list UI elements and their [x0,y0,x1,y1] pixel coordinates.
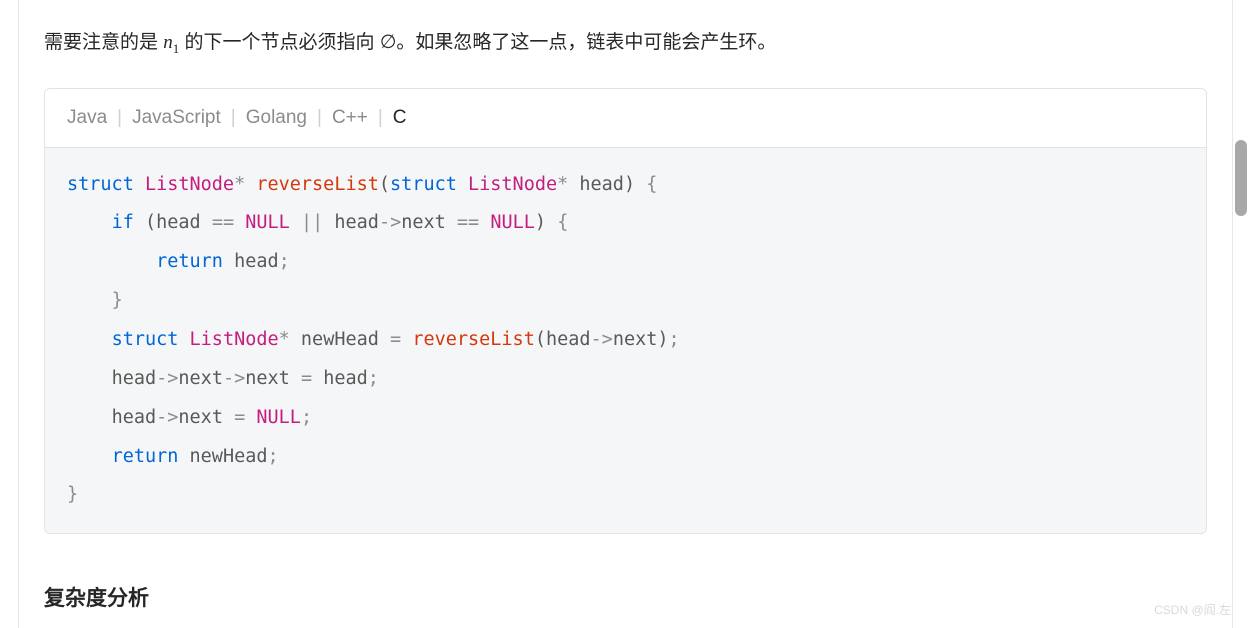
tab-separator: | [378,107,383,128]
tab-golang[interactable]: Golang [246,107,307,128]
tab-javascript[interactable]: JavaScript [132,107,221,128]
language-tab-bar: Java | JavaScript | Golang | C++ | C [45,89,1206,148]
empty-set-symbol: ∅ [380,32,397,53]
math-variable: n [163,32,173,53]
tab-separator: | [317,107,322,128]
intro-mid: 的下一个节点必须指向 [179,32,380,53]
code-block: Java | JavaScript | Golang | C++ | C struct List… [44,88,1207,535]
scrollbar-thumb[interactable] [1235,140,1247,216]
tab-cpp[interactable]: C++ [332,107,368,128]
code-content: struct ListNode* reverseList(struct List… [67,166,1184,516]
article-container: 需要注意的是 n1 的下一个节点必须指向 ∅。如果忽略了这一点，链表中可能会产生… [18,0,1233,628]
tab-separator: | [231,107,236,128]
tab-java[interactable]: Java [67,107,107,128]
code-body: struct ListNode* reverseList(struct List… [45,148,1206,534]
section-heading: 复杂度分析 [44,574,1207,612]
watermark: CSDN @阎.左 [1154,601,1231,618]
intro-prefix: 需要注意的是 [44,32,163,53]
content-area: 需要注意的是 n1 的下一个节点必须指向 ∅。如果忽略了这一点，链表中可能会产生… [19,0,1232,612]
scrollbar-track[interactable] [1234,0,1249,628]
intro-paragraph: 需要注意的是 n1 的下一个节点必须指向 ∅。如果忽略了这一点，链表中可能会产生… [44,0,1207,88]
tab-c[interactable]: C [393,107,407,128]
tab-separator: | [117,107,122,128]
intro-suffix: 。如果忽略了这一点，链表中可能会产生环。 [396,32,776,53]
